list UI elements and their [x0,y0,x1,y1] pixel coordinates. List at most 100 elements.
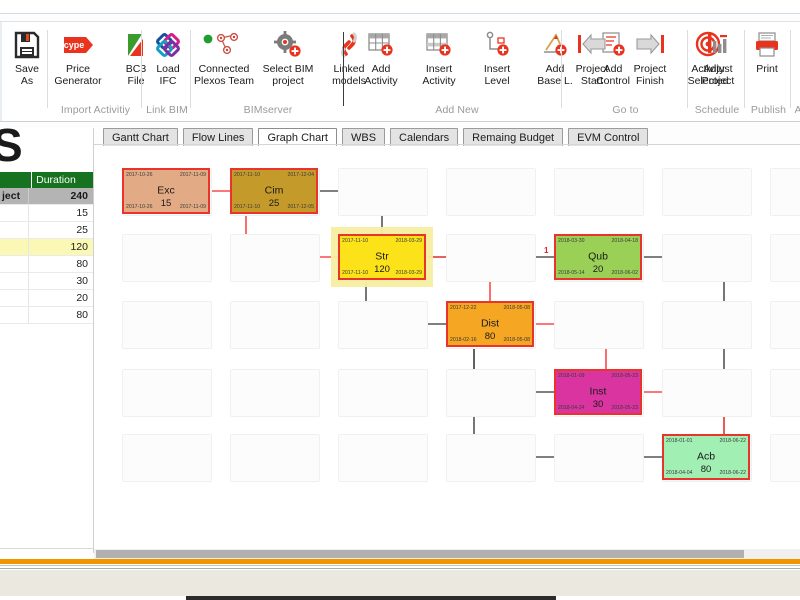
project-finish-label: Project Finish [633,63,667,87]
node-early-finish: 2018-04-18 [611,238,638,244]
node-duration: 15 [160,198,172,209]
graph-slot[interactable] [338,301,428,349]
graph-slot[interactable] [770,301,800,349]
project-start-label: Project Start [575,63,609,87]
graph-slot[interactable] [122,301,212,349]
ribbon-group-title-import-activity: Import Activitiy [60,104,131,116]
add-activity-button[interactable]: Add Activity [352,26,410,87]
partial-right-button[interactable] [792,26,800,64]
ribbon-separator [790,30,791,108]
ifc-knot-icon [153,28,183,62]
ribbon-group-title-bimserver: BIMserver [243,104,293,116]
print-button[interactable]: Print [742,26,792,76]
table-row[interactable]: 15 [0,205,93,222]
cell-name [0,239,28,255]
node-label: Inst [589,385,607,398]
graph-slot[interactable] [338,434,428,482]
graph-slot[interactable] [770,168,800,216]
load-ifc-label: Load IFC [156,63,180,87]
insert-activity-button[interactable]: Insert Activity [410,26,468,87]
graph-slot[interactable] [554,434,644,482]
table-row[interactable]: 80 [0,256,93,273]
ribbon-group-partial-right: A [792,22,800,122]
ribbon-group-title-partial-right: A [794,104,800,116]
graph-slot[interactable] [446,168,536,216]
network-nodes-icon [201,28,247,62]
node-label: Acb [696,450,716,463]
table-row[interactable]: 120 [0,239,93,256]
activity-table-panel: S Duration ject240152512080302080 [0,128,94,553]
graph-node-cim[interactable]: 2017-11-10 2017-12-04 2017-11-10 2017-12-05… [230,168,318,214]
graph-slot[interactable] [554,168,644,216]
status-accent-bar [0,559,800,564]
graph-node-str[interactable]: 2017-11-10 2018-03-29 2017-11-10 2018-03-29… [338,234,426,280]
graph-node-inst[interactable]: 2018-01-09 2018-05-23 2018-04-24 2018-05-23… [554,369,642,415]
graph-slot[interactable] [446,434,536,482]
table-row[interactable]: 25 [0,222,93,239]
ribbon-group-title-add-new: Add New [435,104,479,116]
graph-slot[interactable] [662,168,752,216]
node-duration: 80 [484,331,496,342]
graph-slot[interactable] [554,301,644,349]
floppy-disk-icon [13,28,41,62]
graph-slot[interactable] [338,168,428,216]
level-add-icon [482,28,512,62]
save-as-button[interactable]: Save As [2,26,52,87]
graph-slot[interactable] [230,234,320,282]
cell-duration: 30 [27,273,93,289]
graph-slot[interactable] [446,369,536,417]
table-row[interactable]: 30 [0,273,93,290]
connected-plexos-team-button[interactable]: Connected Plexos Team [192,26,256,87]
graph-chart-canvas[interactable]: 2017-10-26 2017-11-09 2017-10-26 2017-11-09… [94,146,800,553]
svg-text:cype: cype [64,40,85,50]
graph-slot[interactable] [230,369,320,417]
node-early-start: 2017-11-10 [234,172,261,178]
graph-slot[interactable] [662,301,752,349]
price-generator-button[interactable]: cype Price Generator [49,26,107,87]
graph-slot[interactable] [122,434,212,482]
column-header-duration: Duration [31,172,93,188]
statusbar-divider-2 [0,568,800,569]
ribbon-group-add-new: Add Activity Insert Activity Insert Leve… [352,22,630,122]
ribbon-group-title-go-to: Go to [612,104,639,116]
activity-table-body: ject 240 15 25 120 80 30 20 80 [0,188,93,324]
table-row[interactable]: 80 [0,307,93,324]
select-bim-project-button[interactable]: Select BIM project [256,26,320,87]
graph-slot[interactable] [446,234,536,282]
ribbon-group-import-activity: cype Price Generator BC3 File Import Act… [49,22,146,122]
scrollbar-thumb[interactable] [96,550,744,558]
graph-slot[interactable] [662,369,752,417]
table-row[interactable]: 20 [0,290,93,307]
left-panel-scroll-area[interactable] [0,548,93,558]
graph-slot[interactable] [662,234,752,282]
adjust-project-button[interactable]: Adjust Project [689,26,747,87]
graph-node-acb[interactable]: 2018-01-01 2018-06-22 2018-04-04 2018-06-22… [662,434,750,480]
project-start-button[interactable]: Project Start [563,26,621,87]
tab-label: Calendars [399,131,450,144]
graph-slot[interactable] [122,234,212,282]
node-label: Exc [157,184,175,197]
graph-slot[interactable] [230,301,320,349]
cell-name [0,307,28,323]
canvas-horizontal-scrollbar[interactable] [94,549,800,559]
graph-slot[interactable] [230,434,320,482]
graph-slot[interactable] [122,369,212,417]
graph-node-dist[interactable]: 2017-12-22 2018-05-08 2018-02-16 2018-05-08… [446,301,534,347]
graph-node-qub[interactable]: 2018-03-30 2018-04-18 2018-05-14 2018-06-02… [554,234,642,280]
cell-name: ject [2,190,21,202]
graph-slot[interactable] [770,369,800,417]
cell-name [0,273,28,289]
node-label: Str [375,250,389,263]
ribbon-group-title-schedule: Schedule [694,104,740,116]
graph-slot[interactable] [770,234,800,282]
project-finish-button[interactable]: Project Finish [621,26,679,87]
table-row[interactable]: ject 240 [0,188,93,205]
ribbon-separator [687,30,688,108]
graph-slot[interactable] [770,434,800,482]
load-ifc-button[interactable]: Load IFC [143,26,193,87]
cell-duration: 120 [27,239,93,255]
graph-slot[interactable] [338,369,428,417]
graph-node-exc[interactable]: 2017-10-26 2017-11-09 2017-10-26 2017-11-09… [122,168,210,214]
insert-level-button[interactable]: Insert Level [468,26,526,87]
cell-name [0,256,28,272]
